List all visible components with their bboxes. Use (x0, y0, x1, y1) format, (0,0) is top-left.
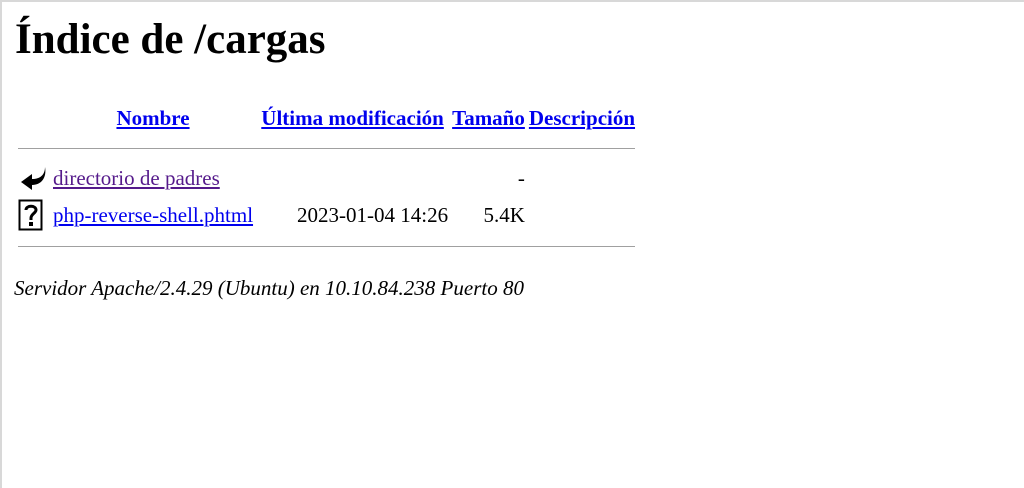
row-description-cell (529, 197, 635, 233)
table-row: directorio de padres - (18, 161, 635, 195)
window-left-border (0, 0, 2, 488)
parent-directory-link[interactable]: directorio de padres (53, 166, 220, 190)
file-link[interactable]: php-reverse-shell.phtml (53, 203, 253, 227)
size-column-header: Tamaño (452, 101, 525, 135)
description-column-header: Descripción (529, 101, 635, 135)
row-icon-cell (18, 161, 49, 195)
footer-divider-row (18, 235, 636, 257)
sort-by-description-link[interactable]: Descripción (529, 106, 635, 130)
row-icon-cell (18, 197, 49, 233)
row-size-cell: 5.4K (483, 203, 525, 227)
header-divider (18, 147, 636, 149)
back-arrow-icon (18, 163, 49, 193)
header-divider-row (18, 137, 636, 159)
row-size-cell: - (517, 166, 525, 190)
row-name-cell: directorio de padres (53, 161, 253, 195)
table-header-row: Nombre Última modificación Tamaño Descri… (18, 101, 635, 135)
row-modified-cell (257, 161, 448, 195)
sort-by-name-link[interactable]: Nombre (116, 106, 189, 130)
sort-by-size-link[interactable]: Tamaño (452, 106, 525, 130)
modified-column-header: Última modificación (257, 101, 448, 135)
server-signature: Servidor Apache/2.4.29 (Ubuntu) en 10.10… (14, 276, 524, 300)
unknown-file-icon (18, 199, 49, 231)
directory-listing-table: Nombre Última modificación Tamaño Descri… (14, 99, 639, 259)
page-title: Índice de /cargas (15, 16, 326, 63)
icon-column-header (18, 101, 49, 135)
table-row: php-reverse-shell.phtml 2023-01-04 14:26… (18, 197, 635, 233)
row-modified-cell: 2023-01-04 14:26 (297, 203, 449, 227)
row-name-cell: php-reverse-shell.phtml (53, 197, 253, 233)
sort-by-modified-link[interactable]: Última modificación (261, 106, 444, 130)
row-description-cell (529, 161, 635, 195)
footer-divider (18, 245, 636, 247)
window-top-border (0, 0, 1024, 2)
name-column-header: Nombre (53, 101, 253, 135)
